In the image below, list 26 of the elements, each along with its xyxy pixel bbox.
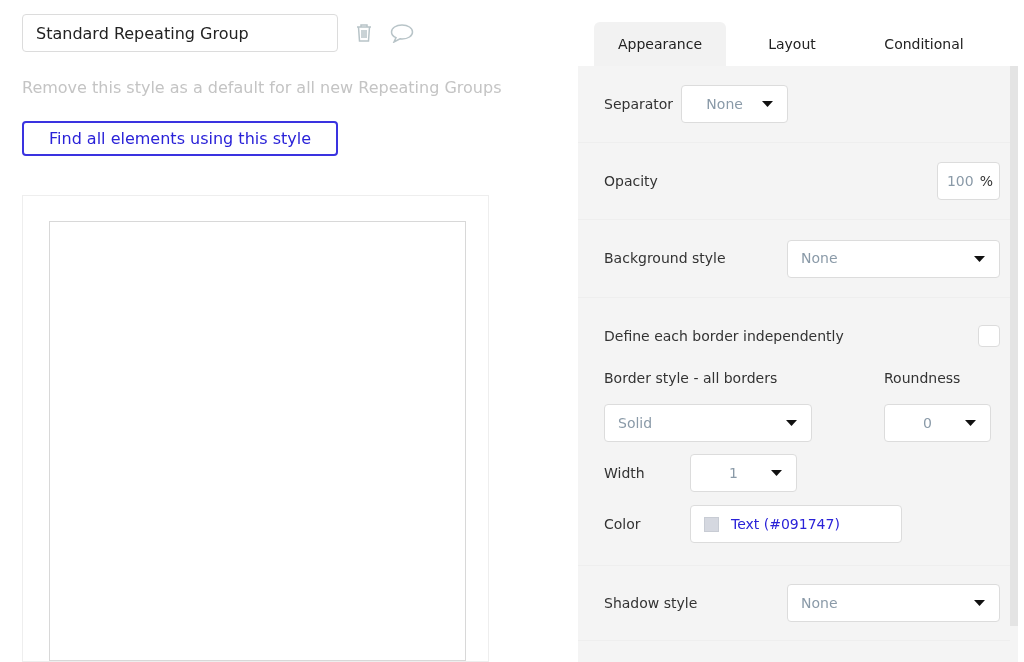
opacity-label: Opacity bbox=[604, 171, 658, 191]
opacity-field[interactable]: 100 % bbox=[937, 162, 1000, 200]
color-label: Color bbox=[604, 514, 642, 534]
caret-icon bbox=[771, 470, 782, 476]
roundness-label: Roundness bbox=[884, 369, 962, 388]
shadow-style-label: Shadow style bbox=[604, 593, 698, 613]
color-field[interactable]: Text (#091747) bbox=[690, 505, 902, 543]
color-swatch bbox=[704, 516, 719, 532]
caret-icon bbox=[974, 255, 985, 262]
style-name-field[interactable]: Standard Repeating Group bbox=[22, 14, 338, 52]
caret-icon bbox=[762, 101, 774, 107]
checkbox[interactable] bbox=[978, 325, 1000, 347]
caret-icon bbox=[974, 600, 985, 606]
background-style-label: Background style bbox=[604, 249, 726, 268]
tab[interactable]: Appearance bbox=[594, 22, 726, 66]
caret-icon bbox=[965, 420, 976, 426]
border-style-label: Border style - all borders bbox=[604, 369, 779, 388]
percent-unit: % bbox=[979, 171, 993, 191]
independent-borders-label: Define each border independently bbox=[604, 326, 844, 346]
caret-icon bbox=[786, 420, 797, 426]
separator-label: Separator bbox=[604, 94, 674, 114]
find-elements-button[interactable]: Find all elements using this style bbox=[22, 121, 338, 156]
scrollbar[interactable] bbox=[1010, 66, 1018, 626]
width-label: Width bbox=[604, 463, 646, 483]
trash-icon[interactable] bbox=[356, 24, 372, 42]
comment-icon[interactable] bbox=[390, 23, 414, 43]
